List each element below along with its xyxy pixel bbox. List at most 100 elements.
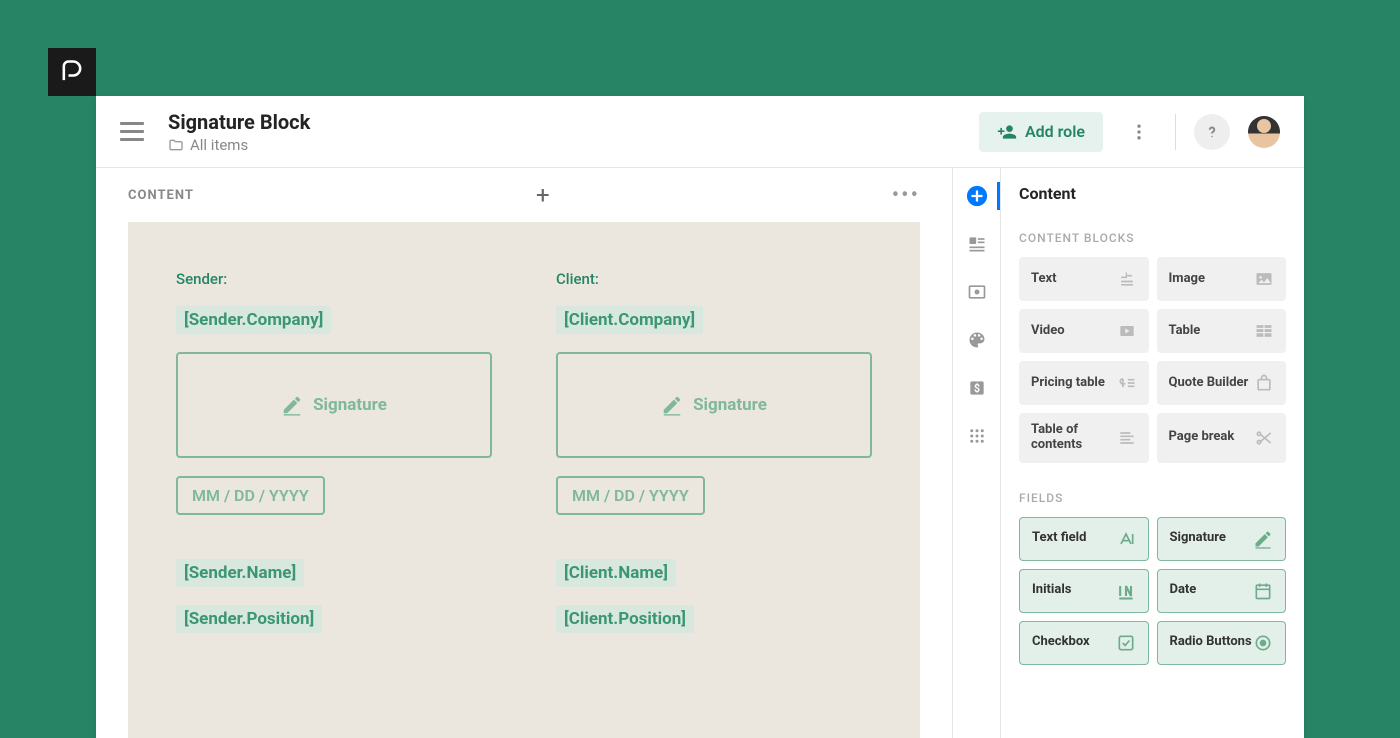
add-person-icon: [997, 122, 1017, 142]
svg-text:$: $: [973, 382, 979, 395]
initials-icon: [1116, 581, 1136, 601]
signature-icon: [281, 394, 303, 416]
rail-variables-button[interactable]: [965, 280, 989, 304]
add-role-label: Add role: [1025, 122, 1085, 141]
radio-icon: [1253, 633, 1273, 653]
block-label: Signature: [1170, 531, 1226, 546]
client-name-token[interactable]: [Client.Name]: [556, 559, 676, 587]
block-label: Text: [1031, 272, 1057, 287]
title-group: Signature Block All items: [168, 110, 979, 154]
sender-date-field[interactable]: MM / DD / YYYY: [176, 476, 325, 515]
add-content-button[interactable]: +: [531, 183, 555, 207]
client-date-field[interactable]: MM / DD / YYYY: [556, 476, 705, 515]
block-video[interactable]: Video: [1019, 309, 1149, 353]
block-label: Quote Builder: [1169, 376, 1249, 391]
block-page-break[interactable]: Page break: [1157, 413, 1287, 463]
avatar[interactable]: [1248, 116, 1280, 148]
sender-company-token[interactable]: [Sender.Company]: [176, 306, 331, 334]
canvas-header-label: CONTENT: [128, 188, 194, 203]
help-button[interactable]: [1194, 114, 1230, 150]
block-pricing-table[interactable]: Pricing table: [1019, 361, 1149, 405]
canvas-area: CONTENT + ••• Sender: [Sender.Company] S…: [96, 168, 952, 738]
rail-design-button[interactable]: [965, 328, 989, 352]
sender-name-token[interactable]: [Sender.Name]: [176, 559, 304, 587]
client-column: Client: [Client.Company] Signature MM / …: [556, 270, 872, 690]
table-icon: [1254, 321, 1274, 341]
client-label: Client:: [556, 270, 599, 288]
folder-icon: [168, 137, 184, 153]
rail-contacts-button[interactable]: [965, 232, 989, 256]
add-role-button[interactable]: Add role: [979, 112, 1103, 152]
sender-column: Sender: [Sender.Company] Signature MM / …: [176, 270, 492, 690]
field-date[interactable]: Date: [1157, 569, 1287, 613]
contacts-icon: [967, 234, 987, 254]
block-label: Table of contents: [1031, 423, 1117, 453]
rail-indicator: [997, 182, 1000, 210]
sender-position-token[interactable]: [Sender.Position]: [176, 605, 322, 633]
tool-rail: $: [952, 168, 1000, 738]
client-position-token[interactable]: [Client.Position]: [556, 605, 694, 633]
app-window: Signature Block All items Add role CONTE…: [96, 96, 1304, 738]
top-bar: Signature Block All items Add role: [96, 96, 1304, 168]
kebab-menu-button[interactable]: [1121, 114, 1157, 150]
block-label: Pricing table: [1031, 376, 1105, 391]
block-quote-builder[interactable]: Quote Builder: [1157, 361, 1287, 405]
block-label: Table: [1169, 324, 1201, 339]
block-label: Text field: [1032, 531, 1086, 546]
calendar-icon: [1253, 581, 1273, 601]
palette-icon: [967, 330, 987, 350]
block-label: Checkbox: [1032, 635, 1090, 650]
canvas-more-button[interactable]: •••: [892, 183, 920, 208]
brackets-icon: [967, 282, 987, 302]
video-icon: [1117, 321, 1137, 341]
client-signature-label: Signature: [693, 395, 767, 415]
body: CONTENT + ••• Sender: [Sender.Company] S…: [96, 168, 1304, 738]
signature-icon: [661, 394, 683, 416]
sender-signature-label: Signature: [313, 395, 387, 415]
block-label: Image: [1169, 272, 1205, 287]
block-toc[interactable]: Table of contents: [1019, 413, 1149, 463]
dollar-icon: $: [967, 378, 987, 398]
block-label: Date: [1170, 583, 1197, 598]
sender-label: Sender:: [176, 270, 227, 288]
field-checkbox[interactable]: Checkbox: [1019, 621, 1149, 665]
fields-grid: Text field Signature Initials Date Check…: [1019, 517, 1286, 665]
rail-apps-button[interactable]: [965, 424, 989, 448]
sender-signature-field[interactable]: Signature: [176, 352, 492, 458]
grid-icon: [968, 427, 986, 445]
field-text[interactable]: Text field: [1019, 517, 1149, 561]
field-signature[interactable]: Signature: [1157, 517, 1287, 561]
block-label: Radio Buttons: [1170, 635, 1252, 650]
block-label: Video: [1031, 324, 1065, 339]
canvas: Sender: [Sender.Company] Signature MM / …: [128, 222, 920, 738]
block-table[interactable]: Table: [1157, 309, 1287, 353]
signature-icon: [1253, 529, 1273, 549]
panel-title: Content: [1019, 184, 1286, 203]
block-label: Page break: [1169, 430, 1235, 445]
text-cursor-icon: [1116, 529, 1136, 549]
divider: [1175, 114, 1176, 150]
client-signature-field[interactable]: Signature: [556, 352, 872, 458]
pricing-icon: [1117, 373, 1137, 393]
block-text[interactable]: Text: [1019, 257, 1149, 301]
block-label: Initials: [1032, 583, 1071, 598]
rail-pricing-button[interactable]: $: [965, 376, 989, 400]
menu-button[interactable]: [120, 120, 144, 144]
content-panel: Content CONTENT BLOCKS Text Image Video …: [1000, 168, 1304, 738]
field-initials[interactable]: Initials: [1019, 569, 1149, 613]
plus-circle-icon: [966, 185, 988, 207]
content-blocks-grid: Text Image Video Table Pricing table: [1019, 257, 1286, 463]
kebab-icon: [1129, 122, 1149, 142]
client-company-token[interactable]: [Client.Company]: [556, 306, 703, 334]
app-logo: [48, 48, 96, 96]
field-radio[interactable]: Radio Buttons: [1157, 621, 1287, 665]
breadcrumb[interactable]: All items: [168, 136, 979, 154]
scissors-icon: [1254, 428, 1274, 448]
bag-icon: [1254, 373, 1274, 393]
block-image[interactable]: Image: [1157, 257, 1287, 301]
toc-icon: [1117, 428, 1137, 448]
image-icon: [1254, 269, 1274, 289]
page-title: Signature Block: [168, 110, 979, 134]
text-icon: [1117, 269, 1137, 289]
rail-add-button[interactable]: [965, 184, 989, 208]
